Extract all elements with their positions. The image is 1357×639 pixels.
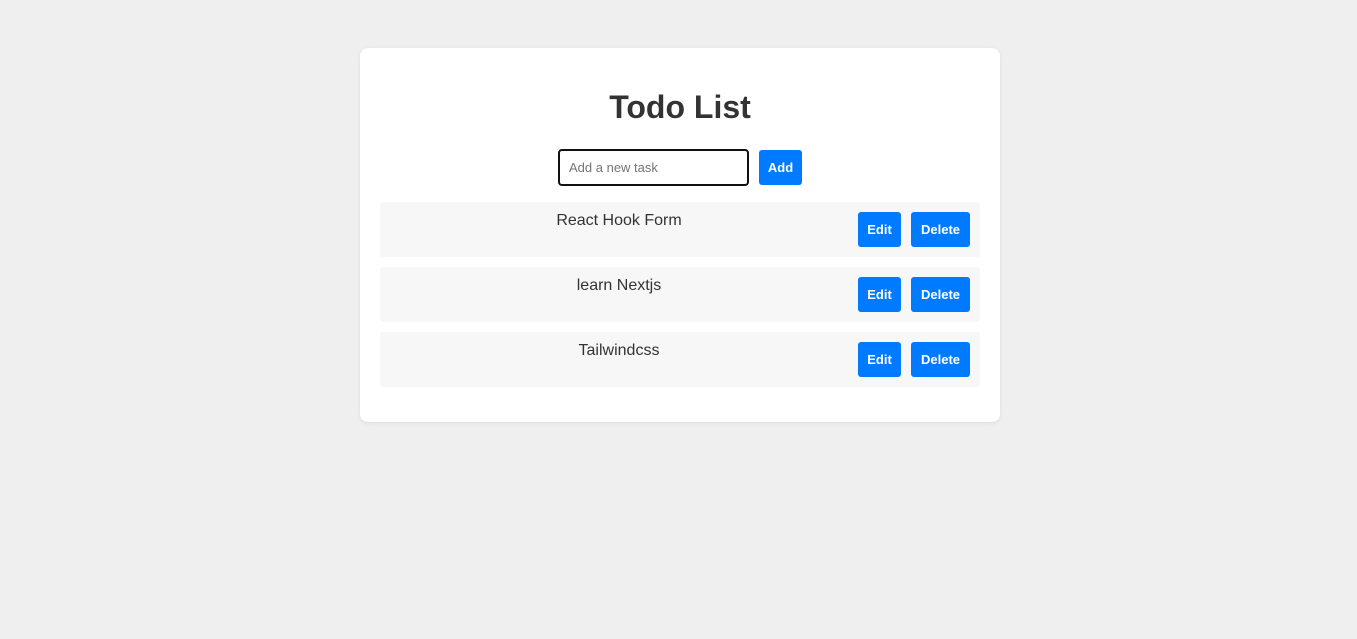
delete-button[interactable]: Delete xyxy=(911,342,970,377)
edit-button[interactable]: Edit xyxy=(858,212,901,247)
list-item: React Hook Form Edit Delete xyxy=(380,202,980,257)
list-item: learn Nextjs Edit Delete xyxy=(380,267,980,322)
list-item: Tailwindcss Edit Delete xyxy=(380,332,980,387)
task-list: React Hook Form Edit Delete learn Nextjs… xyxy=(380,202,980,397)
page-title: Todo List xyxy=(609,89,751,125)
delete-button[interactable]: Delete xyxy=(911,212,970,247)
task-actions: Edit Delete xyxy=(858,212,970,247)
todo-card: Todo List Add React Hook Form Edit Delet… xyxy=(360,48,1000,422)
new-task-input[interactable] xyxy=(558,148,749,186)
edit-button[interactable]: Edit xyxy=(858,342,901,377)
add-task-form: Add xyxy=(380,148,980,186)
task-actions: Edit Delete xyxy=(858,342,970,377)
edit-button[interactable]: Edit xyxy=(858,277,901,312)
task-text: React Hook Form xyxy=(556,212,682,229)
task-text: Tailwindcss xyxy=(578,342,660,359)
delete-button[interactable]: Delete xyxy=(911,277,970,312)
add-button[interactable]: Add xyxy=(759,149,802,185)
task-actions: Edit Delete xyxy=(858,277,970,312)
task-text: learn Nextjs xyxy=(576,277,662,294)
